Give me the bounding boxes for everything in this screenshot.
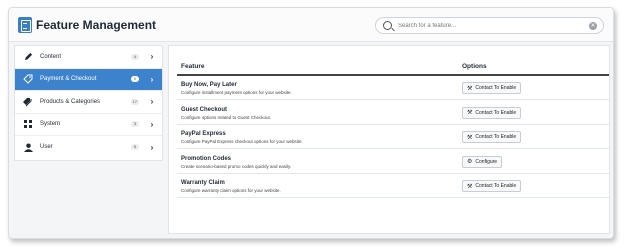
sidebar-item-label: User [40, 144, 53, 151]
sidebar-item-user[interactable]: User 5 › [15, 136, 162, 159]
wrench-icon: ⚒ [467, 85, 473, 92]
table-row: PayPal Express Configure PayPal Express … [177, 125, 609, 149]
contact-to-enable-button[interactable]: ⚒ Contact To Enable [462, 180, 522, 192]
table-row: Warranty Claim Configure warranty claim … [177, 174, 609, 198]
contact-to-enable-button[interactable]: ⚒ Contact To Enable [462, 106, 522, 119]
button-label: Contact To Enable [475, 134, 517, 140]
count-badge: 5 [131, 144, 139, 151]
search-input[interactable] [398, 20, 578, 32]
feature-title: Guest Checkout [181, 106, 228, 113]
sidebar-item-label: Payment & Checkout [40, 76, 97, 83]
clear-icon[interactable]: ✕ [589, 22, 597, 30]
count-badge: 3 [131, 121, 139, 128]
feature-title: Promotion Codes [181, 155, 232, 162]
chevron-right-icon: › [150, 74, 154, 84]
wrench-icon: ⚒ [467, 110, 473, 116]
document-icon [18, 17, 32, 33]
grid-icon [23, 119, 33, 129]
sidebar-item-system[interactable]: System 3 › [15, 114, 162, 136]
count-badge: 4 [131, 53, 139, 60]
chevron-right-icon: › [150, 52, 154, 62]
sidebar-item-content[interactable]: Content 4 › [15, 46, 162, 69]
features-panel: Feature Options Buy Now, Pay Later Confi… [168, 45, 610, 234]
tags-icon [23, 97, 33, 107]
column-header-options: Options [462, 63, 487, 70]
user-icon [23, 142, 33, 152]
sidebar-item-label: System [40, 121, 61, 128]
feature-description: Configure installment payment options fo… [181, 90, 292, 95]
sidebar-item-label: Products & Categories [40, 98, 101, 105]
search-icon [383, 21, 392, 30]
column-header-feature: Feature [181, 63, 205, 70]
chevron-right-icon: › [150, 142, 154, 152]
sidebar-item-products-categories[interactable]: Products & Categories 17 › [15, 91, 162, 114]
tag-icon [23, 74, 33, 84]
button-label: Contact To Enable [475, 109, 517, 116]
chevron-right-icon: › [150, 97, 154, 107]
contact-to-enable-button[interactable]: ⚒ Contact To Enable [462, 131, 522, 143]
feature-description: Configure warranty claim options for you… [181, 188, 281, 193]
count-badge: 5 [131, 76, 139, 83]
button-label: Contact To Enable [475, 183, 517, 189]
pencil-icon [23, 52, 33, 62]
header-bar: Feature Management ✕ [9, 8, 613, 42]
feature-description: Configure options related to Guest Check… [181, 114, 272, 120]
feature-title: Buy Now, Pay Later [181, 82, 237, 88]
page-title: Feature Management [36, 18, 157, 32]
sidebar-item-label: Content [40, 53, 62, 60]
feature-description: Create scenario-based promo codes quickl… [181, 163, 292, 169]
chevron-right-icon: › [150, 119, 154, 129]
app-window: Feature Management ✕ Content 4 › Payment… [8, 7, 614, 239]
sidebar: Content 4 › Payment & Checkout 5 › Produ… [14, 45, 163, 161]
feature-description: Configure PayPal Express checkout option… [181, 139, 303, 144]
contact-to-enable-button[interactable]: ⚒ Contact To Enable [462, 82, 522, 94]
button-label: Contact To Enable [475, 85, 517, 91]
sidebar-item-payment-checkout[interactable]: Payment & Checkout 5 › [15, 68, 162, 91]
configure-button[interactable]: ⚙ Configure [462, 155, 503, 168]
feature-title: PayPal Express [181, 131, 226, 137]
table-row: Guest Checkout Configure options related… [177, 101, 609, 125]
button-label: Configure [475, 158, 498, 165]
gear-icon: ⚙ [467, 159, 473, 165]
wrench-icon: ⚒ [467, 134, 473, 141]
wrench-icon: ⚒ [467, 183, 473, 190]
search-box[interactable]: ✕ [375, 17, 604, 34]
count-badge: 17 [130, 98, 139, 105]
table-row: Buy Now, Pay Later Configure installment… [177, 76, 609, 100]
table-row: Promotion Codes Create scenario-based pr… [177, 150, 609, 174]
feature-title: Warranty Claim [181, 180, 225, 186]
